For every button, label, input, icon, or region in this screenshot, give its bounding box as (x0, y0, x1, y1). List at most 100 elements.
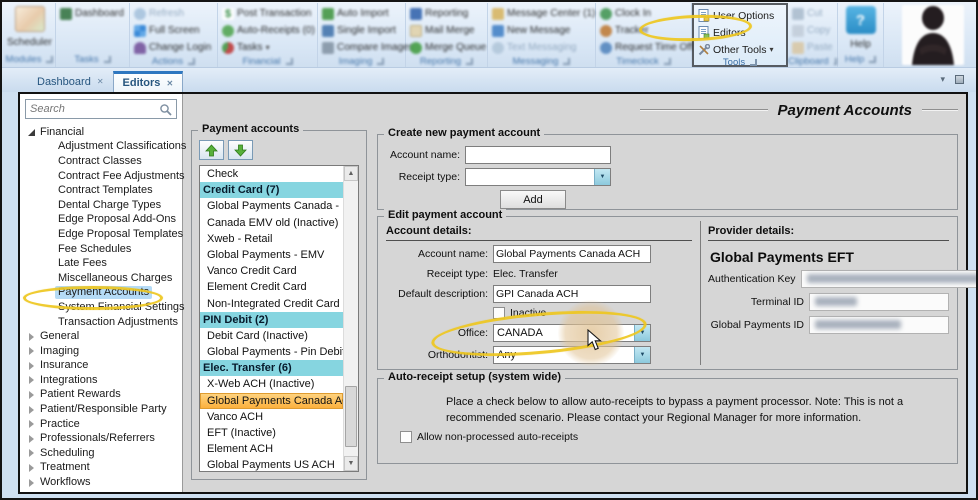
payment-account-list-item[interactable]: Vanco Credit Card (200, 263, 343, 279)
tab-editors[interactable]: Editors ✕ (113, 71, 184, 92)
payment-account-list-item[interactable]: Check (200, 166, 343, 182)
tree-item[interactable]: Edge Proposal Templates (20, 227, 182, 242)
tree-item[interactable]: Miscellaneous Charges (20, 271, 182, 286)
move-down-button[interactable] (228, 140, 253, 160)
tree-item[interactable]: Imaging (20, 344, 182, 359)
ribbon-button-auto-import[interactable]: Auto Import (322, 6, 401, 21)
dialog-launcher-icon[interactable] (377, 58, 384, 65)
ribbon-button-tracker[interactable]: Tracker (600, 23, 687, 38)
payment-account-list-item[interactable]: Canada EMV old (Inactive) (200, 215, 343, 231)
ribbon-button-cut[interactable]: Cut (792, 6, 833, 21)
ribbon-button-single-import[interactable]: Single Import (322, 23, 401, 38)
tree-item[interactable]: Workflows (20, 475, 182, 490)
ribbon-button-copy[interactable]: Copy (792, 23, 833, 38)
dialog-launcher-icon[interactable] (286, 58, 293, 65)
tree-item[interactable]: Transaction Adjustments (20, 315, 182, 330)
tree-item[interactable]: General (20, 329, 182, 344)
tree-item[interactable]: Contract Classes (20, 154, 182, 169)
account-name-input[interactable] (493, 245, 651, 263)
close-icon[interactable]: ✕ (166, 79, 173, 88)
payment-account-list-item[interactable]: PIN Debit (2) (200, 312, 343, 328)
tree-item[interactable]: Patient Rewards (20, 388, 182, 403)
tab-dashboard[interactable]: Dashboard ✕ (28, 71, 113, 92)
ribbon-button-change-login[interactable]: Change Login (134, 40, 213, 55)
ribbon-button-paste[interactable]: Paste (792, 40, 833, 55)
tree-item[interactable]: Patient/Responsible Party (20, 402, 182, 417)
payment-account-list-item[interactable]: Elec. Transfer (6) (200, 360, 343, 376)
tree-item[interactable]: Scheduling (20, 446, 182, 461)
scrollbar-thumb[interactable] (345, 386, 357, 447)
add-button[interactable]: Add (500, 190, 566, 209)
payment-account-list-item[interactable]: EFT (Inactive) (200, 425, 343, 441)
ribbon-button-tasks-menu[interactable]: Tasks▾ (222, 40, 313, 55)
tree-item[interactable]: System Financial Settings (20, 300, 182, 315)
ribbon-button-editors[interactable]: Editors (698, 25, 782, 40)
dialog-launcher-icon[interactable] (750, 59, 757, 66)
tree-item[interactable]: Financial (20, 125, 182, 140)
new-account-name-input[interactable] (465, 146, 611, 164)
close-icon[interactable]: ✕ (97, 77, 104, 86)
terminal-id-input[interactable] (809, 293, 949, 311)
ribbon-button-help[interactable]: ? Help (846, 6, 876, 50)
allow-non-processed-checkbox[interactable] (400, 431, 412, 443)
chevron-down-icon[interactable]: ▾ (940, 74, 945, 85)
ribbon-button-other-tools[interactable]: Other Tools ▾ (698, 42, 782, 57)
tree-item[interactable]: Fee Schedules (20, 242, 182, 257)
payment-account-list-item[interactable]: Global Payments - EMV (200, 247, 343, 263)
tree-item[interactable]: Practice (20, 417, 182, 432)
ribbon-button-merge-queue[interactable]: Merge Queue (410, 40, 483, 55)
tree-item[interactable]: Dental Charge Types (20, 198, 182, 213)
payment-account-list-item[interactable]: Global Payments - Pin Debit (200, 344, 343, 360)
ribbon-button-new-message[interactable]: New Message (492, 23, 591, 38)
ribbon-button-refresh[interactable]: Refresh (134, 6, 213, 21)
authentication-key-input[interactable] (801, 270, 978, 288)
ribbon-button-request-time-off[interactable]: Request Time Off (600, 40, 687, 55)
payment-account-list-item[interactable]: Credit Card (7) (200, 182, 343, 198)
dialog-launcher-icon[interactable] (104, 56, 111, 63)
default-description-input[interactable] (493, 285, 651, 303)
ribbon-button-full-screen[interactable]: Full Screen (134, 23, 213, 38)
tree-item[interactable]: Late Fees (20, 256, 182, 271)
ribbon-button-clock-in[interactable]: Clock In (600, 6, 687, 21)
dialog-launcher-icon[interactable] (563, 58, 570, 65)
ribbon-button-post-transaction[interactable]: $Post Transaction (222, 6, 313, 21)
payment-account-list-item[interactable]: Vanco ACH (200, 409, 343, 425)
payment-account-list-item[interactable]: Non-Integrated Credit Card (200, 296, 343, 312)
ribbon-button-compare-images[interactable]: Compare Images (322, 40, 401, 55)
tree-item[interactable]: Contract Templates (20, 183, 182, 198)
ribbon-button-user-options[interactable]: User Options (698, 8, 782, 23)
tree-item[interactable]: Professionals/Referrers (20, 431, 182, 446)
payment-account-list-item[interactable]: Element ACH (200, 441, 343, 457)
ribbon-button-message-center[interactable]: Message Center (1) (492, 6, 591, 21)
ribbon-button-dashboard[interactable]: Dashboard (60, 6, 125, 21)
payment-account-list-item[interactable]: X-Web ACH (Inactive) (200, 376, 343, 392)
ribbon-button-scheduler[interactable]: Scheduler (7, 6, 52, 48)
payment-account-list-item[interactable]: Global Payments US ACH (200, 457, 343, 472)
dialog-launcher-icon[interactable] (664, 58, 671, 65)
office-dropdown[interactable]: CANADA ▼ (493, 324, 651, 342)
ribbon-button-text-messaging[interactable]: Text Messaging (492, 40, 591, 55)
payment-account-list-item[interactable]: Xweb - Retail (200, 231, 343, 247)
ribbon-button-mail-merge[interactable]: Mail Merge (410, 23, 483, 38)
dialog-launcher-icon[interactable] (466, 58, 473, 65)
payment-account-list-item[interactable]: Global Payments Canada ACH (200, 393, 343, 409)
move-up-button[interactable] (199, 140, 224, 160)
new-receipt-type-dropdown[interactable]: ▼ (465, 168, 611, 186)
list-scrollbar[interactable]: ▲ ▼ (343, 166, 358, 471)
scroll-down-icon[interactable]: ▼ (344, 456, 358, 471)
chevron-down-icon[interactable]: ▼ (594, 169, 610, 185)
payment-account-list-item[interactable]: Global Payments Canada - EMV (200, 198, 343, 214)
pin-panel-icon[interactable] (955, 75, 964, 84)
tree-item[interactable]: Insurance (20, 359, 182, 374)
orthodontist-dropdown[interactable]: Any ▼ (493, 346, 651, 364)
ribbon-button-reporting[interactable]: Reporting (410, 6, 483, 21)
chevron-down-icon[interactable]: ▼ (634, 325, 650, 341)
payment-account-list-item[interactable]: Element Credit Card (200, 279, 343, 295)
dialog-launcher-icon[interactable] (869, 56, 876, 63)
chevron-down-icon[interactable]: ▼ (634, 347, 650, 363)
inactive-checkbox[interactable] (493, 307, 505, 319)
tree-item[interactable]: Payment Accounts (20, 286, 182, 301)
dialog-launcher-icon[interactable] (188, 58, 195, 65)
search-input[interactable] (30, 103, 159, 115)
global-payments-id-input[interactable] (809, 316, 949, 334)
